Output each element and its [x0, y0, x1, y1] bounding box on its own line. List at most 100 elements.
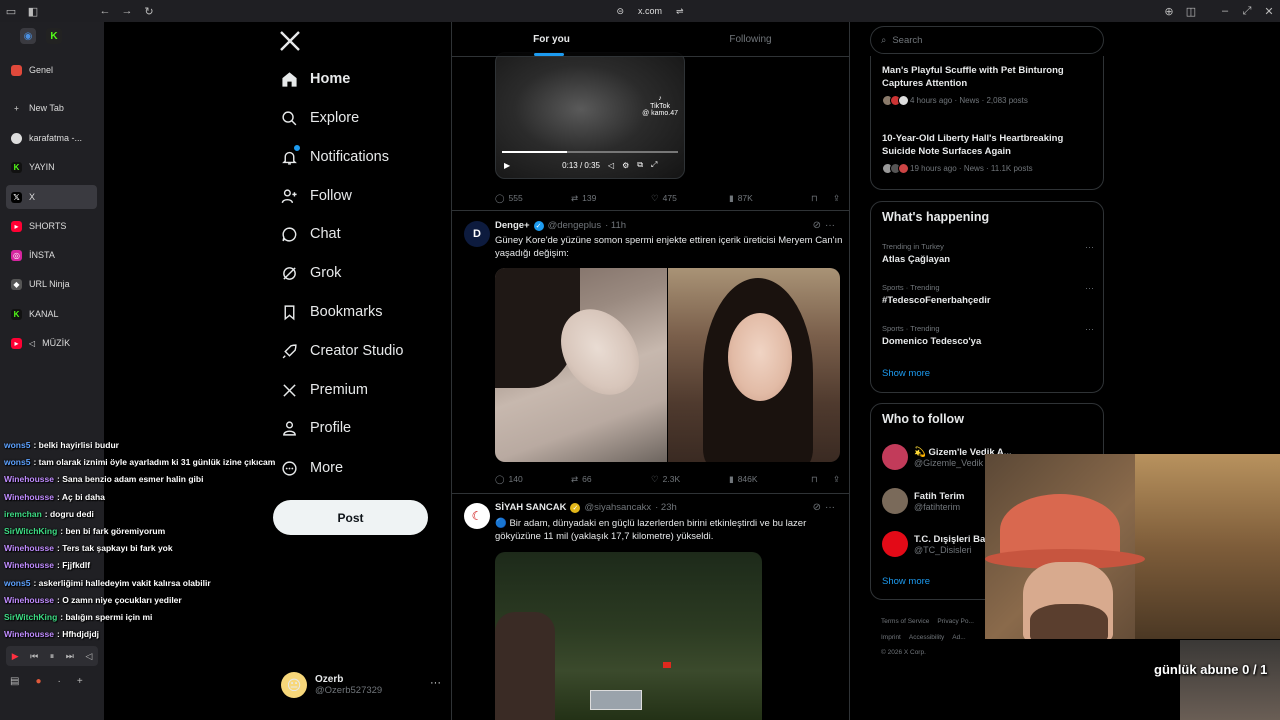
bookmark-button[interactable]: ⊓: [811, 471, 833, 487]
show-more-link[interactable]: Show more: [882, 368, 930, 379]
reader-icon[interactable]: ◫: [1180, 0, 1202, 22]
more-icon[interactable]: ···: [430, 677, 441, 689]
grok-icon[interactable]: ⊘: [813, 502, 821, 513]
tab-karafatma[interactable]: karafatma -...: [6, 126, 97, 150]
chat-username[interactable]: iremchan: [4, 509, 42, 519]
repost-button[interactable]: ⇄ 139: [571, 190, 651, 206]
footer-link[interactable]: Ad...: [952, 634, 965, 641]
chat-username[interactable]: Winehousse: [4, 543, 54, 553]
tab-yayin[interactable]: K YAYIN: [6, 155, 97, 179]
nav-follow[interactable]: Follow: [280, 178, 450, 214]
chat-username[interactable]: Winehousse: [4, 560, 54, 570]
tab-new-tab[interactable]: + New Tab: [6, 96, 97, 120]
previous-icon[interactable]: ⏮: [30, 651, 38, 662]
back-icon[interactable]: ←: [94, 0, 116, 22]
next-icon[interactable]: ⏭: [66, 651, 74, 662]
fullscreen-icon[interactable]: ⤢: [651, 160, 657, 170]
add-tab-icon[interactable]: +: [77, 676, 83, 687]
more-icon[interactable]: ···: [1085, 324, 1094, 334]
reply-button[interactable]: ◯ 555: [495, 190, 571, 206]
avatar[interactable]: ☾: [464, 503, 490, 529]
news-item[interactable]: 10-Year-Old Liberty Hall's Heartbreaking…: [882, 132, 1097, 174]
nav-notifications[interactable]: Notifications: [280, 139, 450, 175]
footer-link[interactable]: Accessibility: [909, 634, 944, 641]
pause-icon[interactable]: ⏸: [50, 651, 55, 662]
show-more-link[interactable]: Show more: [882, 576, 930, 587]
author-name[interactable]: Denge+: [495, 220, 530, 231]
chrome-pinned-icon[interactable]: ◉: [20, 28, 36, 44]
chat-username[interactable]: Winehousse: [4, 595, 54, 605]
footer-link[interactable]: Terms of Service: [881, 618, 929, 625]
avatar[interactable]: D: [464, 221, 490, 247]
more-icon[interactable]: ···: [1085, 283, 1094, 293]
video-progress[interactable]: [502, 151, 678, 153]
nav-profile[interactable]: Profile: [280, 410, 450, 446]
nav-grok[interactable]: Grok: [280, 255, 450, 291]
video-player[interactable]: ♪ TikTok @ kamo.47 ▶ 0:13 / 0:35 ◁ ⚙ ⧉ ⤢: [495, 52, 685, 179]
news-item[interactable]: Man's Playful Scuffle with Pet Binturong…: [882, 64, 1097, 106]
like-button[interactable]: ♡ 475: [651, 190, 729, 206]
like-button[interactable]: ♡ 2.3K: [651, 471, 729, 487]
post-image[interactable]: [495, 268, 667, 462]
trend-item[interactable]: Sports · Trending Domenico Tedesco'ya ··…: [882, 324, 1094, 347]
trend-item[interactable]: Trending in Turkey Atlas Çağlayan ···: [882, 242, 1094, 265]
more-icon[interactable]: ···: [825, 220, 835, 231]
nav-bookmarks[interactable]: Bookmarks: [280, 294, 450, 330]
more-icon[interactable]: ···: [1085, 242, 1094, 252]
account-switcher[interactable]: 😐 Ozerb @Ozerb527329 ···: [281, 669, 441, 701]
tune-icon[interactable]: ⇌: [676, 6, 684, 17]
settings-icon[interactable]: ⚙: [622, 161, 629, 170]
post-image[interactable]: [668, 268, 840, 462]
more-icon[interactable]: ···: [825, 502, 835, 513]
forward-icon[interactable]: →: [116, 0, 138, 22]
nav-creator-studio[interactable]: Creator Studio: [280, 333, 450, 369]
nav-premium[interactable]: Premium: [280, 372, 450, 408]
chat-username[interactable]: wons5: [4, 440, 30, 450]
tab-genel[interactable]: Genel: [6, 58, 97, 82]
kick-pinned-icon[interactable]: K: [46, 28, 62, 44]
share-button[interactable]: ⇪: [833, 190, 840, 206]
chat-username[interactable]: SirWitchKing: [4, 612, 57, 622]
reload-icon[interactable]: ↻: [138, 0, 160, 22]
tab-url-ninja[interactable]: ◆ URL Ninja: [6, 272, 97, 296]
chat-username[interactable]: SirWitchKing: [4, 526, 57, 536]
nav-home[interactable]: Home: [280, 61, 450, 97]
address-bar[interactable]: ⊝ x.com ⇌: [590, 3, 710, 19]
sidebar-toggle-icon[interactable]: ◧: [22, 0, 44, 22]
views-button[interactable]: ▮ 846K: [729, 471, 811, 487]
chat-username[interactable]: Winehousse: [4, 492, 54, 502]
reply-button[interactable]: ◯ 140: [495, 471, 571, 487]
nav-chat[interactable]: Chat: [280, 216, 450, 252]
chat-username[interactable]: Winehousse: [4, 474, 54, 484]
chat-username[interactable]: Winehousse: [4, 629, 54, 639]
repost-button[interactable]: ⇄ 66: [571, 471, 651, 487]
post-time[interactable]: · 11h: [605, 220, 626, 231]
tab-shorts[interactable]: ▸ SHORTS: [6, 214, 97, 238]
x-logo-icon[interactable]: [278, 29, 302, 53]
tab-kanal[interactable]: K KANAL: [6, 302, 97, 326]
author-handle[interactable]: @dengeplus: [548, 220, 602, 231]
footer-link[interactable]: Privacy Po...: [937, 618, 973, 625]
author-handle[interactable]: @siyahsancakx: [584, 502, 651, 513]
tab-insta[interactable]: ◎ İNSTA: [6, 243, 97, 267]
trend-item[interactable]: Sports · Trending #TedescoFenerbahçedir …: [882, 283, 1094, 306]
globe-icon[interactable]: ⊕: [1158, 0, 1180, 22]
tab-for-you[interactable]: For you: [452, 22, 651, 56]
restore-icon[interactable]: ⤢: [1236, 0, 1258, 22]
post-time[interactable]: · 23h: [655, 502, 677, 513]
grok-icon[interactable]: ⊘: [813, 220, 821, 231]
tab-x[interactable]: 𝕏 X: [6, 185, 97, 209]
pip-icon[interactable]: ⧉: [637, 160, 643, 170]
tab-following[interactable]: Following: [651, 22, 849, 56]
volume-icon[interactable]: ◁: [608, 161, 614, 170]
dot-icon[interactable]: ·: [58, 676, 61, 687]
chat-username[interactable]: wons5: [4, 578, 30, 588]
nav-more[interactable]: More: [280, 450, 450, 486]
archive-icon[interactable]: ▤: [10, 676, 19, 687]
views-button[interactable]: ▮ 87K: [729, 190, 811, 206]
play-icon[interactable]: ▶: [504, 161, 510, 170]
nav-explore[interactable]: Explore: [280, 100, 450, 136]
tab-muzik[interactable]: ▸ ◁ MÜZİK: [6, 331, 97, 355]
post-video[interactable]: [495, 552, 762, 720]
profile-icon[interactable]: ●: [35, 676, 41, 687]
